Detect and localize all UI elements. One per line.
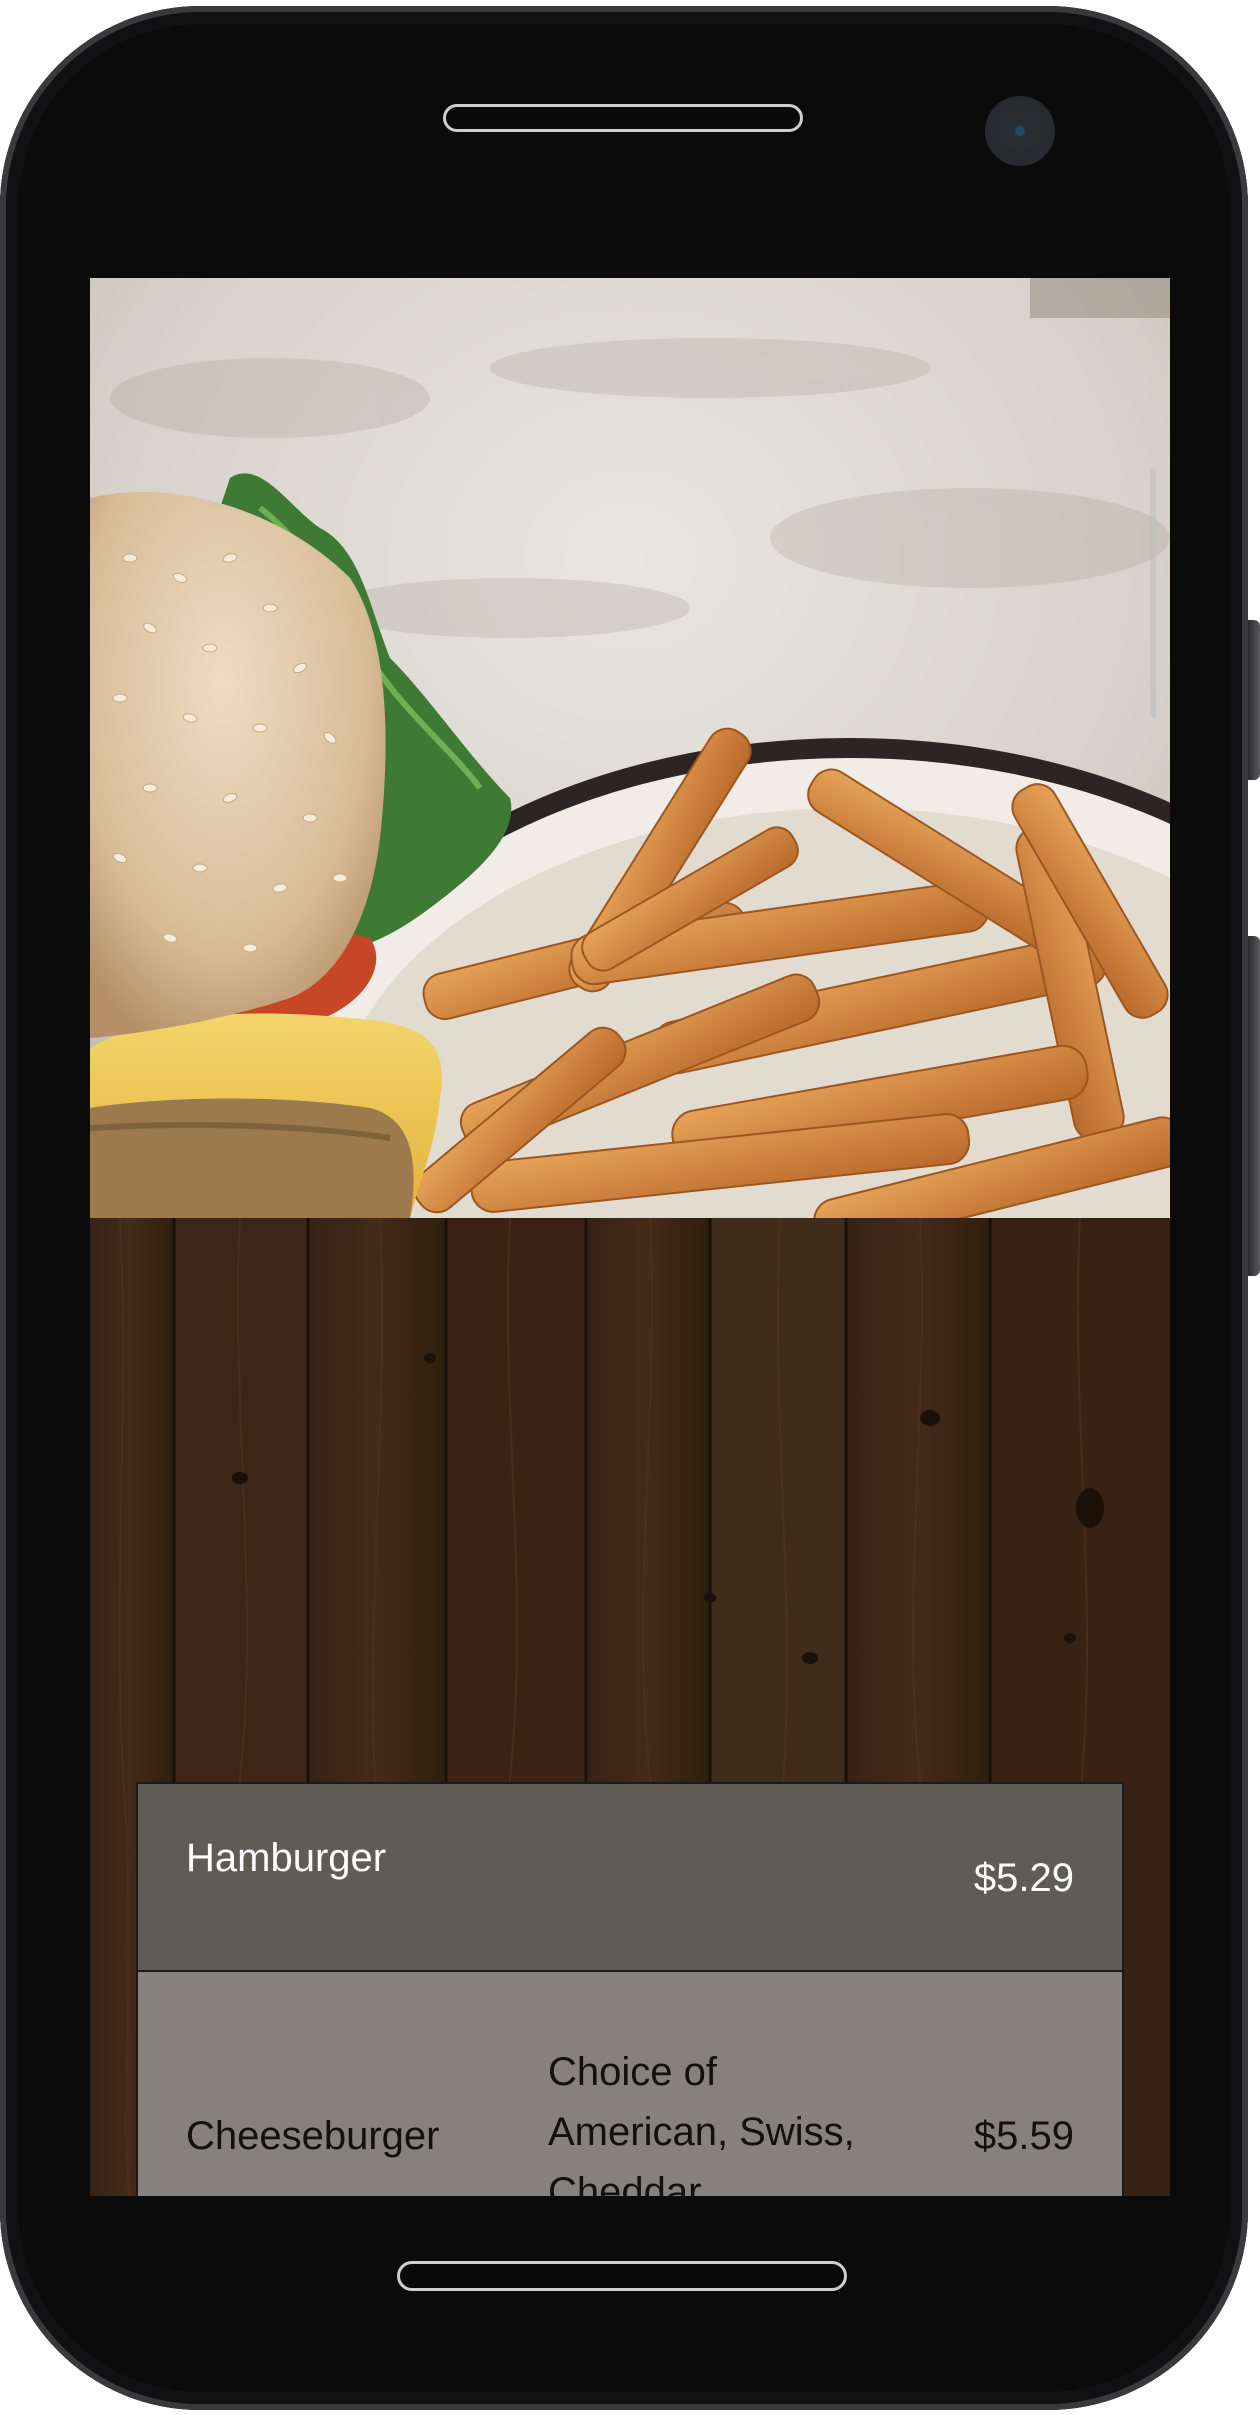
scrollbar-thumb[interactable] [1150, 468, 1156, 718]
item-price: $5.59 [973, 2114, 1074, 2158]
volume-button [1248, 620, 1260, 780]
phone-frame: Hamburger $5.29 Cheeseburger Choice of A… [0, 6, 1260, 2410]
item-name: Cheeseburger [186, 2114, 440, 2158]
menu-item-cheeseburger[interactable]: Cheeseburger Choice of American, Swiss, … [136, 1970, 1124, 2196]
menu-list: Hamburger $5.29 Cheeseburger Choice of A… [136, 1782, 1124, 2196]
menu-item-hamburger[interactable]: Hamburger $5.29 [136, 1782, 1124, 1972]
item-price: $5.29 [973, 1856, 1074, 1900]
hero-food-image [90, 278, 1170, 1218]
earpiece-speaker [443, 104, 803, 132]
front-camera-icon [985, 96, 1055, 166]
bottom-speaker [397, 2261, 847, 2291]
app-screen[interactable]: Hamburger $5.29 Cheeseburger Choice of A… [90, 278, 1170, 2196]
item-name: Hamburger [186, 1836, 387, 1880]
burger-fries-photo-icon [90, 278, 1170, 1218]
item-description: Choice of American, Swiss, Cheddar, [548, 2050, 855, 2196]
power-button [1248, 936, 1260, 1276]
